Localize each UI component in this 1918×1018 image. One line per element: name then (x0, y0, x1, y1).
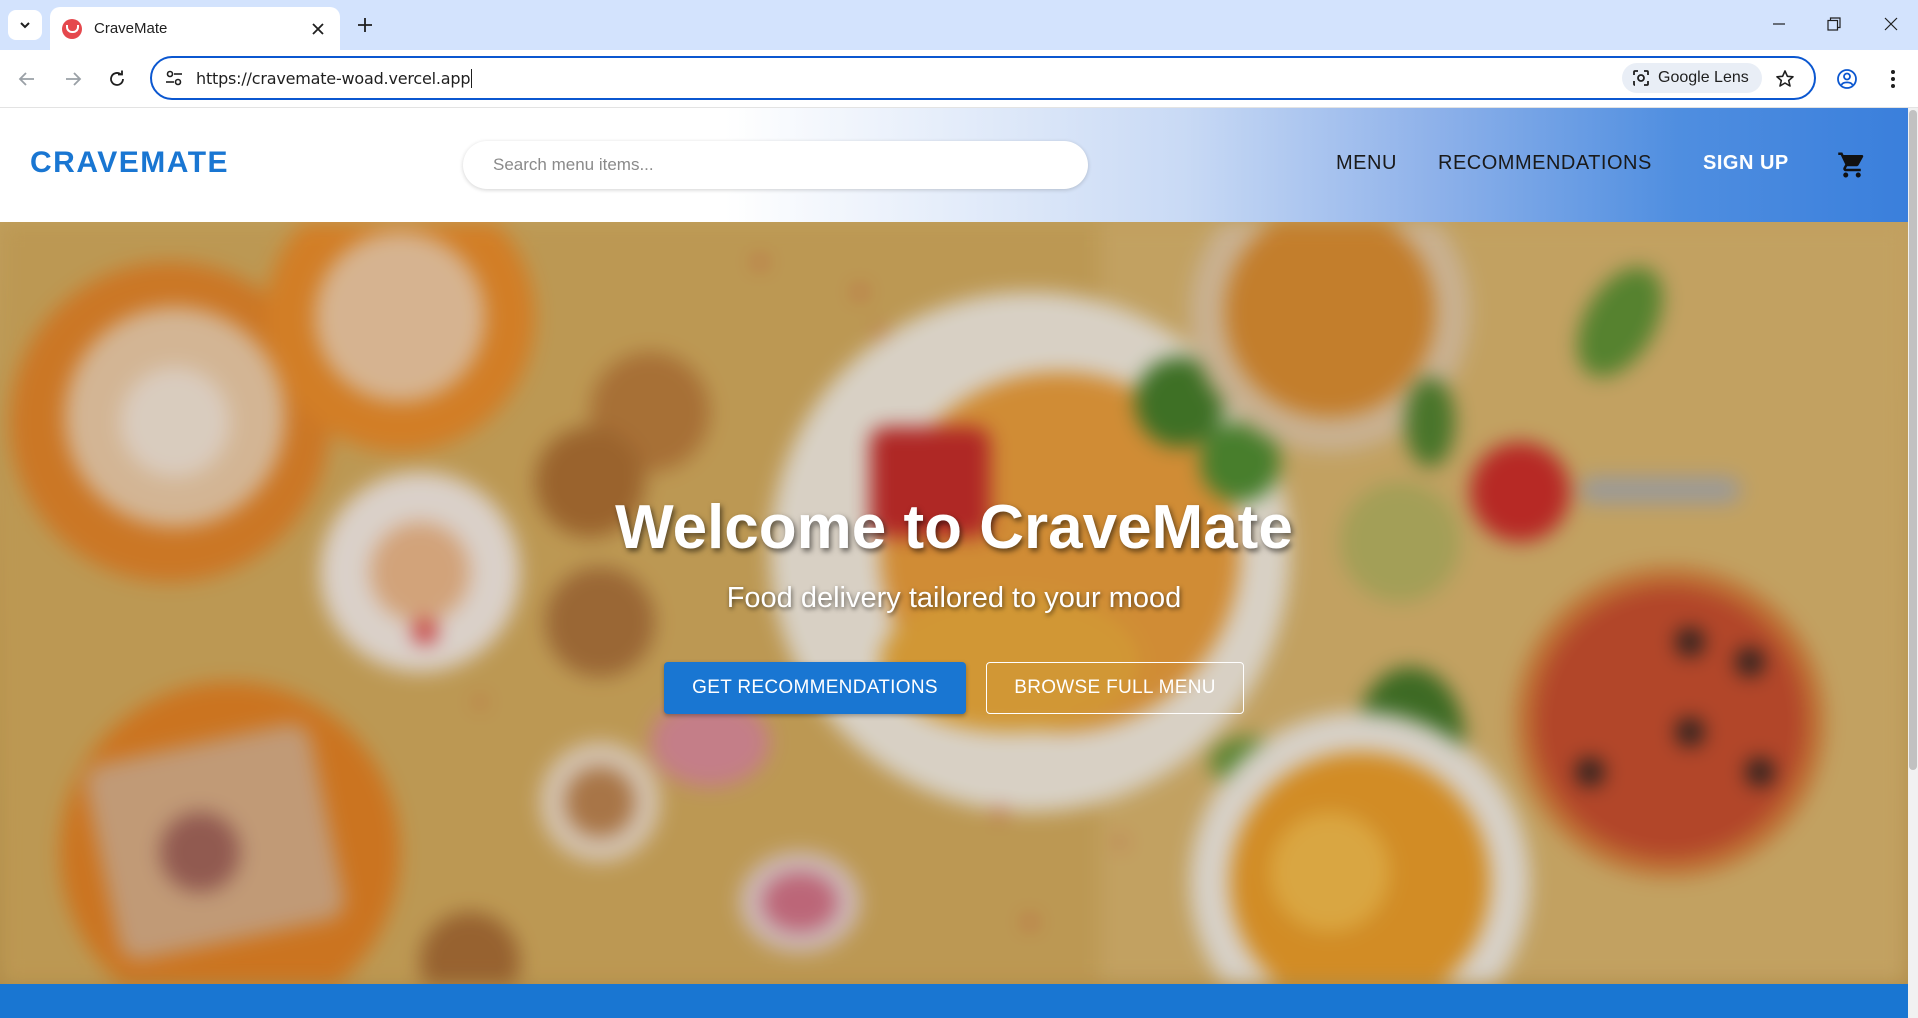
tune-icon (166, 70, 182, 86)
new-tab-button[interactable] (350, 10, 380, 40)
hero-title: Welcome to CraveMate (615, 493, 1293, 562)
hero-subtitle: Food delivery tailored to your mood (726, 582, 1182, 614)
cart-button[interactable] (1837, 150, 1867, 180)
cravemate-favicon-icon (62, 18, 82, 39)
star-icon (1776, 70, 1794, 87)
browser-toolbar: https://cravemate-woad.vercel.app Google… (0, 50, 1918, 108)
restore-icon (1827, 17, 1841, 31)
browse-full-menu-button[interactable]: BROWSE FULL MENU (986, 662, 1244, 714)
close-icon (1884, 17, 1898, 31)
shopping-cart-icon (1838, 152, 1864, 178)
nav-recommendations-link[interactable]: RECOMMENDATIONS (1438, 152, 1652, 175)
chevron-down-icon (20, 22, 30, 29)
minimize-icon (1773, 23, 1785, 25)
reload-icon (110, 70, 124, 86)
plus-icon (358, 18, 372, 32)
close-window-button[interactable] (1868, 6, 1914, 42)
nav-signup-link[interactable]: SIGN UP (1703, 152, 1789, 175)
address-bar[interactable]: https://cravemate-woad.vercel.app Google… (150, 56, 1816, 100)
lens-camera-icon (1633, 70, 1649, 86)
back-button[interactable] (10, 62, 44, 96)
next-section-band (0, 984, 1908, 1018)
account-circle-icon (1837, 69, 1857, 89)
search-input[interactable] (463, 141, 1088, 189)
page-scrollbar[interactable] (1908, 108, 1918, 1018)
arrow-left-icon (18, 72, 34, 86)
tab-search-button[interactable] (8, 10, 42, 40)
site-header: CRAVEMATE MENU RECOMMENDATIONS SIGN UP (0, 108, 1908, 222)
page-viewport: CRAVEMATE MENU RECOMMENDATIONS SIGN UP (0, 108, 1908, 1018)
site-logo[interactable]: CRAVEMATE (30, 146, 229, 180)
browser-menu-button[interactable] (1876, 62, 1910, 96)
forward-button[interactable] (56, 62, 90, 96)
tab-title: CraveMate (94, 20, 168, 37)
reload-button[interactable] (100, 62, 134, 96)
google-lens-button[interactable]: Google Lens (1622, 63, 1762, 93)
arrow-right-icon (66, 72, 82, 86)
browser-tab-active[interactable]: CraveMate (50, 7, 340, 50)
close-icon (312, 22, 324, 35)
minimize-button[interactable] (1756, 6, 1802, 42)
get-recommendations-button[interactable]: GET RECOMMENDATIONS (664, 662, 966, 714)
more-vertical-icon (1891, 70, 1895, 88)
scrollbar-thumb[interactable] (1909, 110, 1917, 770)
nav-menu-link[interactable]: MENU (1336, 152, 1397, 175)
profile-button[interactable] (1830, 62, 1864, 96)
url-text[interactable]: https://cravemate-woad.vercel.app (196, 69, 472, 88)
restore-button[interactable] (1811, 6, 1857, 42)
browser-tabstrip: CraveMate (0, 0, 1918, 50)
bookmark-button[interactable] (1770, 64, 1800, 94)
hero-section: Welcome to CraveMate Food delivery tailo… (0, 222, 1908, 984)
google-lens-label: Google Lens (1658, 69, 1749, 86)
site-info-button[interactable] (162, 67, 186, 89)
tab-close-button[interactable] (306, 17, 330, 41)
